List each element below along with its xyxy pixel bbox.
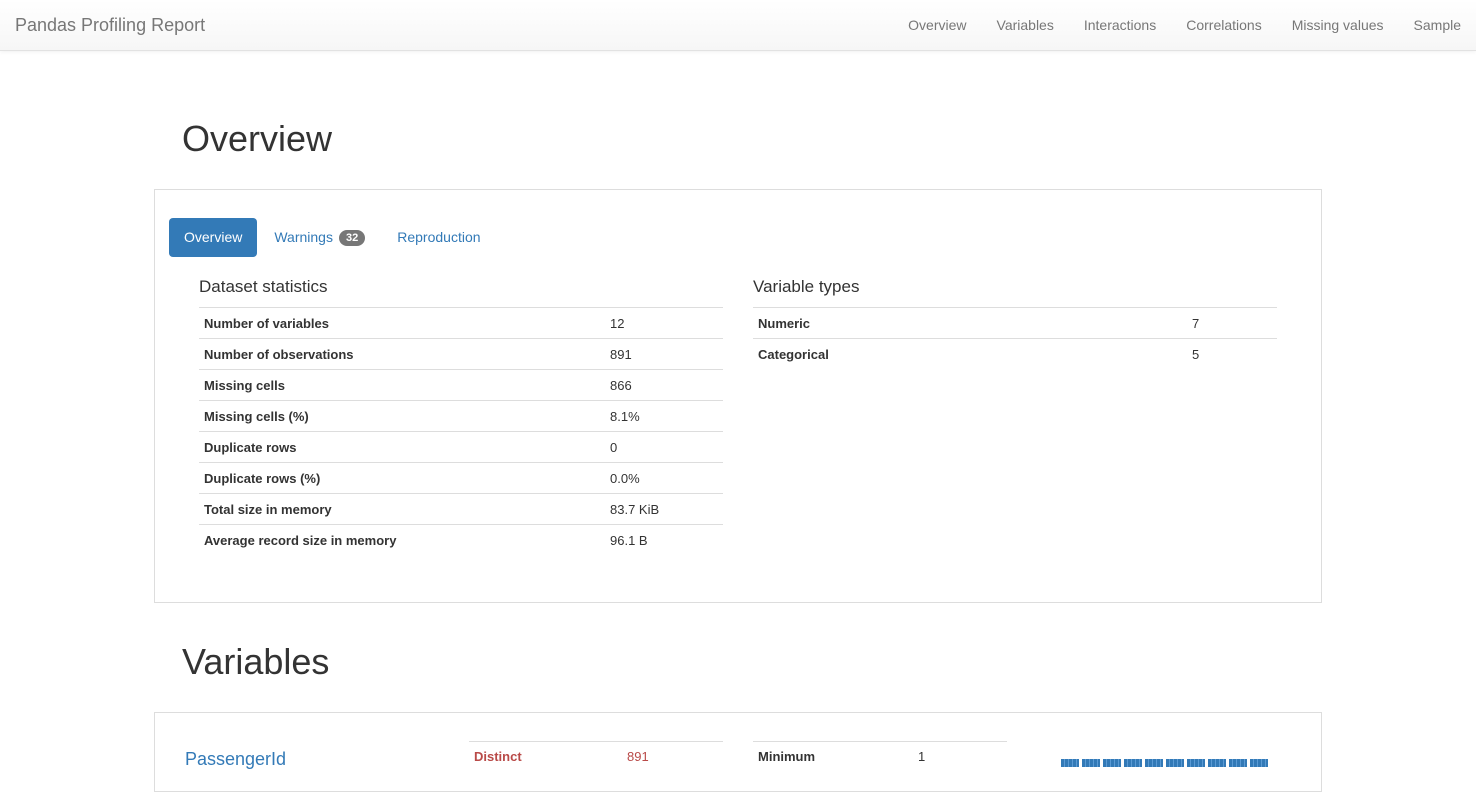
stat-label: Average record size in memory	[199, 524, 605, 556]
variable-panel: PassengerId Distinct 891 Minimum 1	[154, 712, 1322, 792]
brand-title[interactable]: Pandas Profiling Report	[15, 15, 205, 36]
variable-types-table: Numeric 7 Categorical 5	[753, 307, 1277, 370]
tab-warnings-label: Warnings	[274, 229, 333, 245]
dataset-statistics-table: Number of variables 12 Number of observati…	[199, 307, 723, 556]
table-row: Missing cells 866	[199, 369, 723, 401]
stat-label: Number of observations	[199, 338, 605, 370]
variable-types: Variable types Numeric 7 Categorical 5	[753, 277, 1277, 370]
stat-label: Missing cells	[199, 369, 605, 401]
stat-label: Number of variables	[199, 307, 605, 339]
nav-missing-values[interactable]: Missing values	[1277, 0, 1399, 50]
table-row: Missing cells (%) 8.1%	[199, 400, 723, 432]
table-row: Total size in memory 83.7 KiB	[199, 493, 723, 525]
variable-distinct-table: Distinct 891	[469, 741, 723, 772]
minimum-value: 1	[918, 749, 926, 765]
nav-overview[interactable]: Overview	[893, 0, 981, 50]
nav-links: Overview Variables Interactions Correlat…	[893, 0, 1476, 50]
stat-value: 891	[605, 338, 723, 370]
variable-name-link[interactable]: PassengerId	[185, 749, 286, 770]
stat-value: 0	[605, 431, 723, 463]
nav-interactions[interactable]: Interactions	[1069, 0, 1171, 50]
histogram-bar	[1124, 759, 1142, 767]
table-row: Average record size in memory 96.1 B	[199, 524, 723, 556]
histogram-bar	[1082, 759, 1100, 767]
stat-value: 5	[1187, 338, 1277, 370]
warnings-count-badge: 32	[338, 229, 366, 246]
histogram-bar	[1229, 759, 1247, 767]
stat-value: 866	[605, 369, 723, 401]
nav-variables[interactable]: Variables	[982, 0, 1069, 50]
stat-value: 12	[605, 307, 723, 339]
stat-label: Total size in memory	[199, 493, 605, 525]
dataset-statistics: Dataset statistics Number of variables 12…	[199, 277, 723, 556]
stat-value: 0.0%	[605, 462, 723, 494]
histogram-bar	[1145, 759, 1163, 767]
nav-correlations[interactable]: Correlations	[1171, 0, 1276, 50]
table-row: Duplicate rows 0	[199, 431, 723, 463]
dataset-statistics-title: Dataset statistics	[199, 277, 328, 296]
stat-value: 83.7 KiB	[605, 493, 723, 525]
distinct-label: Distinct	[474, 749, 522, 765]
tab-warnings[interactable]: Warnings 32	[259, 218, 380, 257]
tab-reproduction[interactable]: Reproduction	[382, 218, 495, 257]
histogram-bar	[1061, 759, 1079, 767]
overview-tabs: Overview Warnings 32 Reproduction	[169, 218, 498, 257]
stat-value: 7	[1187, 307, 1277, 339]
stat-label: Duplicate rows	[199, 431, 605, 463]
tab-overview[interactable]: Overview	[169, 218, 258, 257]
table-row: Duplicate rows (%) 0.0%	[199, 462, 723, 494]
table-row: Numeric 7	[753, 307, 1277, 339]
table-row: Categorical 5	[753, 338, 1277, 370]
histogram-bar	[1103, 759, 1121, 767]
histogram-bar	[1250, 759, 1268, 767]
variables-heading: Variables	[182, 641, 330, 682]
overview-heading: Overview	[182, 118, 333, 159]
histogram-thumbnail	[1061, 759, 1268, 767]
variable-types-title: Variable types	[753, 277, 860, 296]
histogram-bar	[1187, 759, 1205, 767]
distinct-value: 891	[627, 749, 649, 765]
stat-label: Missing cells (%)	[199, 400, 605, 432]
navbar: Pandas Profiling Report Overview Variabl…	[0, 0, 1476, 51]
table-row: Number of variables 12	[199, 307, 723, 339]
stat-label: Duplicate rows (%)	[199, 462, 605, 494]
histogram-bar	[1166, 759, 1184, 767]
nav-sample[interactable]: Sample	[1399, 0, 1476, 50]
variable-minimum-table: Minimum 1	[753, 741, 1007, 772]
minimum-label: Minimum	[758, 749, 816, 765]
histogram-bar	[1208, 759, 1226, 767]
stat-value: 96.1 B	[605, 524, 723, 556]
table-row: Number of observations 891	[199, 338, 723, 370]
stat-label: Numeric	[753, 307, 1187, 339]
overview-panel: Overview Warnings 32 Reproduction Dataset…	[154, 189, 1322, 603]
stat-value: 8.1%	[605, 400, 723, 432]
stat-label: Categorical	[753, 338, 1187, 370]
